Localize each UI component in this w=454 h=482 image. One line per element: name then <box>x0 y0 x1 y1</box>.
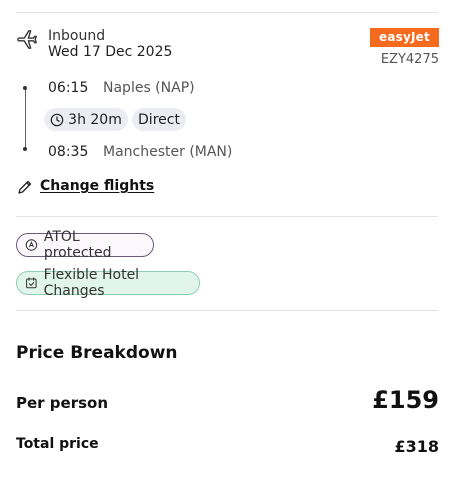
stops-pill: Direct <box>132 108 186 131</box>
price-divider <box>16 310 438 311</box>
flight-number: EZY4275 <box>380 52 439 67</box>
duration-pill: 3h 20m <box>44 108 128 131</box>
per-person-price: £159 <box>372 386 439 414</box>
timeline-dot-departure <box>23 86 27 90</box>
flexible-hotel-label: Flexible Hotel Changes <box>43 267 140 299</box>
arrival-time: 08:35 <box>48 144 89 160</box>
atol-label: ATOL protected <box>43 229 112 261</box>
duration-text: 3h 20m <box>68 111 122 128</box>
departure-airport: Naples (NAP) <box>103 80 195 96</box>
flexible-hotel-badge: Flexible Hotel Changes <box>16 267 200 299</box>
mid-divider <box>16 216 438 217</box>
arrival-airport: Manchester (MAN) <box>103 144 233 160</box>
direction-label: Inbound <box>48 28 106 44</box>
plane-icon <box>17 30 37 49</box>
total-price-value: £318 <box>394 437 439 456</box>
top-divider <box>16 12 438 13</box>
timeline-dot-arrival <box>23 147 27 151</box>
airline-logo: easyJet <box>370 28 439 47</box>
atol-icon <box>25 239 38 251</box>
change-flights-link[interactable]: Change flights <box>40 178 154 194</box>
per-person-label: Per person <box>16 394 109 412</box>
total-price-label: Total price <box>16 436 99 452</box>
flight-date: Wed 17 Dec 2025 <box>48 44 173 60</box>
atol-badge: ATOL protected <box>16 229 154 261</box>
calendar-check-icon <box>26 277 37 289</box>
price-breakdown-title: Price Breakdown <box>16 343 178 363</box>
clock-icon <box>50 113 64 126</box>
pencil-icon[interactable] <box>17 179 33 195</box>
timeline-line <box>25 88 26 150</box>
departure-time: 06:15 <box>48 80 89 96</box>
